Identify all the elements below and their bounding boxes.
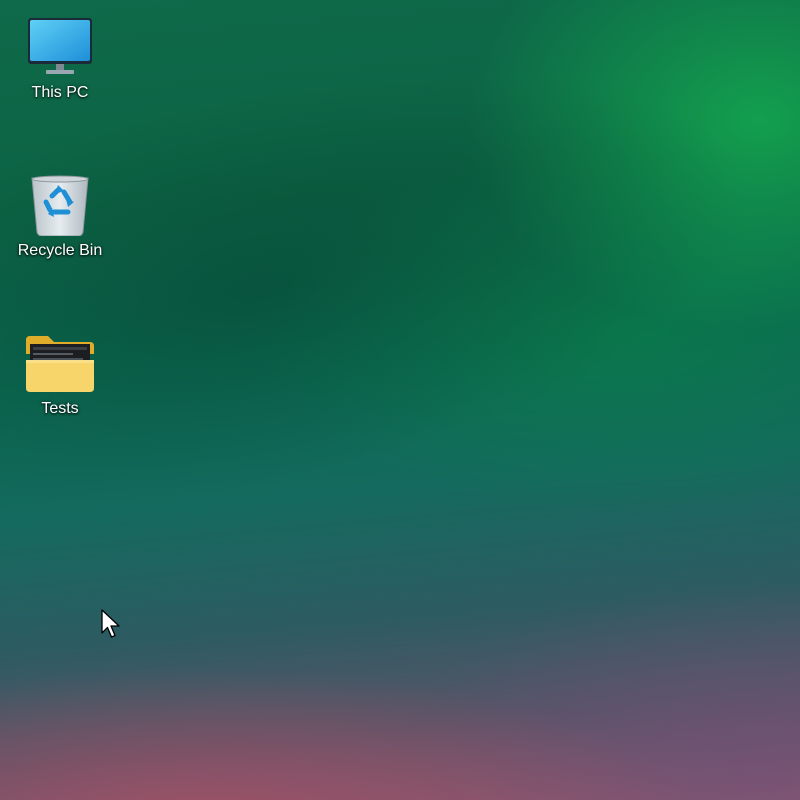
desktop-icon-label: Tests [41,400,79,417]
wallpaper-shading [0,0,800,569]
mouse-pointer-icon [101,609,121,639]
desktop-icon-label: This PC [31,84,89,101]
desktop-icon-label: Recycle Bin [17,242,103,259]
desktop-icon-recycle-bin[interactable]: Recycle Bin [8,172,112,260]
recycle-bin-icon [24,172,96,237]
monitor-icon [24,14,96,78]
desktop-icon-tests-folder[interactable]: Tests [8,330,112,418]
folder-icon [24,330,96,394]
desktop-icon-this-pc[interactable]: This PC [8,14,112,102]
desktop-wallpaper[interactable]: This PC Recycle Bin Tests [0,0,800,800]
